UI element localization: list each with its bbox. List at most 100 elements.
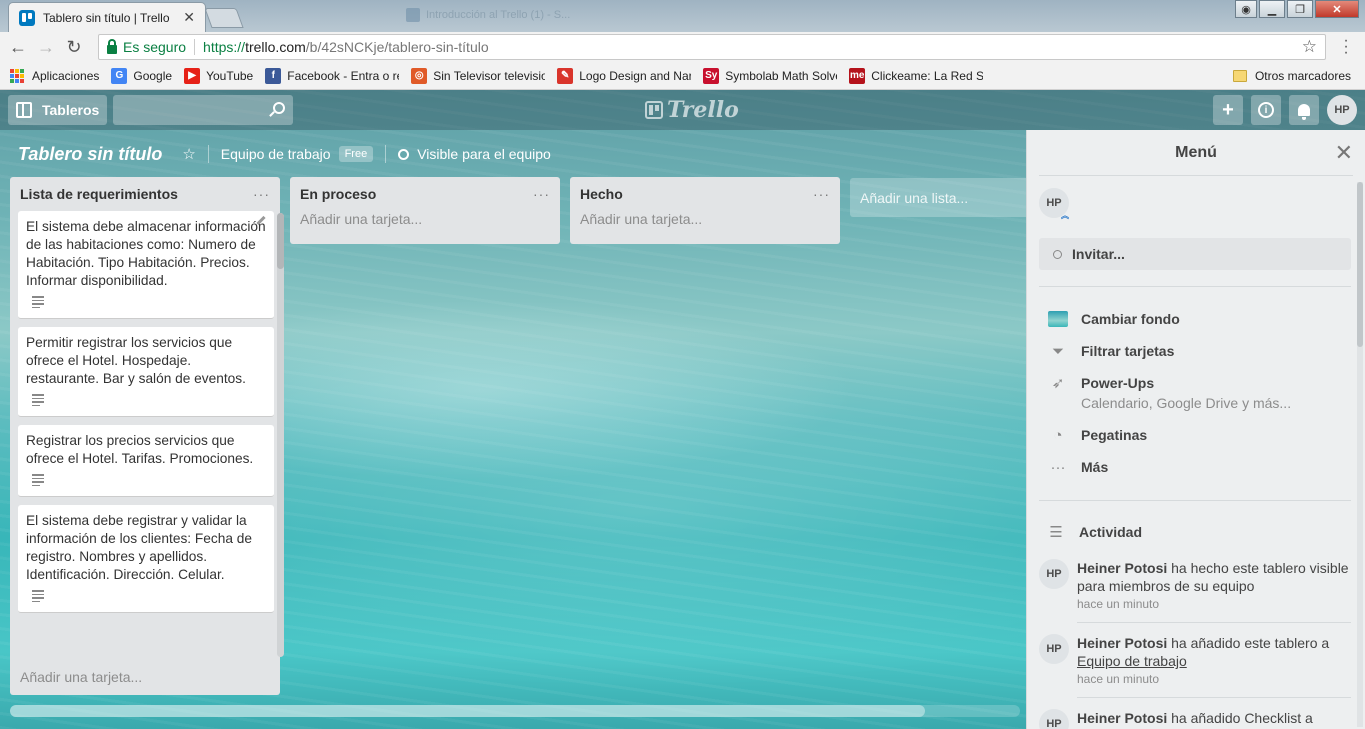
boards-button[interactable]: Tableros (8, 95, 108, 125)
close-window-button[interactable]: ✕ (1315, 0, 1359, 18)
user-avatar[interactable]: HP (1327, 95, 1357, 125)
list-header[interactable]: En proceso ··· (290, 177, 560, 211)
info-icon: i (1258, 102, 1274, 118)
reload-icon[interactable]: ↻ (60, 34, 88, 60)
description-icon (32, 590, 44, 602)
menu-item-more[interactable]: ··· Más (1047, 459, 1109, 476)
bookmark-star-icon[interactable]: ☆ (1302, 37, 1317, 57)
card[interactable]: Registrar los precios servicios que ofre… (18, 425, 274, 497)
board-title[interactable]: Tablero sin título (18, 144, 162, 165)
activity-time[interactable]: hace un minuto (1077, 672, 1349, 686)
board-horizontal-scrollbar[interactable] (10, 705, 1020, 717)
list-header[interactable]: Hecho ··· (570, 177, 840, 211)
add-button[interactable]: + (1213, 95, 1243, 125)
list-menu-icon[interactable]: ··· (533, 186, 550, 202)
maximize-button[interactable]: ❐ (1287, 0, 1313, 18)
team-visibility-icon (398, 148, 410, 160)
tab-title: Tablero sin título | Trello (43, 10, 170, 25)
boards-label: Tableros (42, 102, 100, 118)
visibility-button[interactable]: Visible para el equipo (398, 146, 551, 162)
menu-item-power-ups[interactable]: ➶ Power-Ups Calendario, Google Drive y m… (1047, 375, 1291, 411)
card[interactable]: El sistema debe registrar y validar la i… (18, 505, 274, 613)
bookmark-item[interactable]: ◎ Sin Televisor televisio (411, 67, 545, 84)
bookmark-item[interactable]: G Google (111, 67, 172, 84)
activity-user[interactable]: Heiner Potosi (1077, 560, 1167, 576)
invite-label: Invitar... (1072, 246, 1125, 262)
menu-item-filter-cards[interactable]: ⏷ Filtrar tarjetas (1047, 342, 1174, 360)
tab-close-icon[interactable]: ✕ (183, 9, 195, 26)
activity-avatar[interactable]: HP (1039, 709, 1069, 729)
activity-team-link[interactable]: Equipo de trabajo (1077, 653, 1187, 669)
menu-item-change-background[interactable]: Cambiar fondo (1047, 311, 1180, 327)
info-button[interactable]: i (1251, 95, 1281, 125)
card[interactable]: El sistema debe almacenar información de… (18, 211, 274, 319)
forward-arrow-icon[interactable]: → (32, 34, 60, 60)
facebook-icon: f (265, 67, 282, 84)
filter-icon: ⏷ (1051, 342, 1064, 360)
url-host: trello.com (245, 39, 306, 55)
profile-icon[interactable]: ◉ (1235, 0, 1257, 18)
activity-user[interactable]: Heiner Potosi (1077, 635, 1167, 651)
list-menu-icon[interactable]: ··· (253, 186, 270, 202)
bookmark-apps[interactable]: Aplicaciones (10, 68, 99, 83)
list-title[interactable]: Hecho (580, 186, 813, 202)
bookmark-item[interactable]: me Clickeame: La Red So (849, 67, 983, 84)
browser-tab-active[interactable]: Tablero sin título | Trello ✕ (8, 2, 206, 32)
minimize-button[interactable]: ▁ (1259, 0, 1285, 18)
list-scrollbar[interactable] (277, 213, 284, 657)
plus-icon: + (1222, 98, 1234, 121)
list-title[interactable]: En proceso (300, 186, 533, 202)
menu-item-stickers[interactable]: ◔ Pegatinas (1047, 427, 1148, 444)
visibility-label: Visible para el equipo (417, 146, 551, 162)
bell-icon (1298, 104, 1310, 120)
board-header-divider (207, 145, 209, 163)
bookmark-item[interactable]: ▶ YouTube (184, 67, 253, 84)
add-card-link[interactable]: Añadir una tarjeta... (10, 669, 152, 685)
bookmark-item[interactable]: ✎ Logo Design and Nar (557, 67, 691, 84)
back-arrow-icon[interactable]: ← (4, 34, 32, 60)
symbolab-icon: Sy (703, 67, 720, 84)
list-menu-icon[interactable]: ··· (813, 186, 830, 202)
bookmark-item[interactable]: Sy Symbolab Math Solve (703, 67, 838, 84)
add-card-link[interactable]: Añadir una tarjeta... (570, 211, 840, 227)
browser-menu-icon[interactable]: · · · (1334, 33, 1358, 61)
list-header[interactable]: Lista de requerimientos ··· (10, 177, 280, 211)
trello-logo[interactable]: Trello (645, 97, 739, 123)
logo-design-icon: ✎ (557, 67, 574, 84)
team-name[interactable]: Equipo de trabajo (221, 146, 331, 162)
other-bookmarks[interactable]: Otros marcadores (1232, 69, 1351, 83)
app-header: Tableros Trello + i HP (0, 90, 1365, 130)
board-search-input[interactable] (113, 95, 294, 125)
bookmark-item[interactable]: f Facebook - Entra o re (265, 67, 399, 84)
search-icon[interactable] (273, 102, 286, 114)
menu-scrollbar[interactable] (1357, 182, 1363, 727)
activity-avatar[interactable]: HP (1039, 559, 1069, 589)
trello-app: Tableros Trello + i HP Tablero sin títul… (0, 90, 1365, 729)
menu-item-label: Pegatinas (1081, 427, 1148, 443)
board-header-divider (385, 145, 387, 163)
star-board-icon[interactable]: ☆ (182, 145, 195, 163)
activity-time[interactable]: hace un minuto (1077, 597, 1349, 611)
add-card-link[interactable]: Añadir una tarjeta... (290, 211, 560, 227)
address-bar[interactable]: Es seguro https://trello.com/b/42sNCKje/… (98, 34, 1326, 60)
apps-grid-icon (10, 68, 24, 83)
activity-user[interactable]: Heiner Potosi (1077, 710, 1167, 726)
add-list-button[interactable]: Añadir una lista... (850, 178, 1026, 217)
list-scrollbar-thumb[interactable] (277, 213, 284, 269)
activity-avatar[interactable]: HP (1039, 634, 1069, 664)
activity-text: ha añadido Checklist a (1167, 710, 1313, 726)
background-tab[interactable]: Introducción al Trello (1) - S... (406, 6, 576, 24)
invite-button[interactable]: Invitar... (1039, 238, 1351, 270)
list-title[interactable]: Lista de requerimientos (20, 186, 253, 202)
menu-scrollbar-thumb[interactable] (1357, 182, 1363, 347)
list-in-progress: En proceso ··· Añadir una tarjeta... (290, 177, 560, 244)
board-menu-panel: Menú ✕ HP ︽ Invitar... Cambiar fondo ⏷ F… (1026, 130, 1365, 729)
close-menu-icon[interactable]: ✕ (1335, 140, 1353, 166)
board-scrollbar-thumb[interactable] (10, 705, 925, 717)
new-tab-button[interactable] (204, 8, 244, 28)
notifications-button[interactable] (1289, 95, 1319, 125)
bookmark-label: Symbolab Math Solve (725, 68, 838, 83)
card[interactable]: Permitir registrar los servicios que ofr… (18, 327, 274, 417)
trello-logo-icon (645, 101, 663, 119)
boards-icon (16, 102, 32, 118)
